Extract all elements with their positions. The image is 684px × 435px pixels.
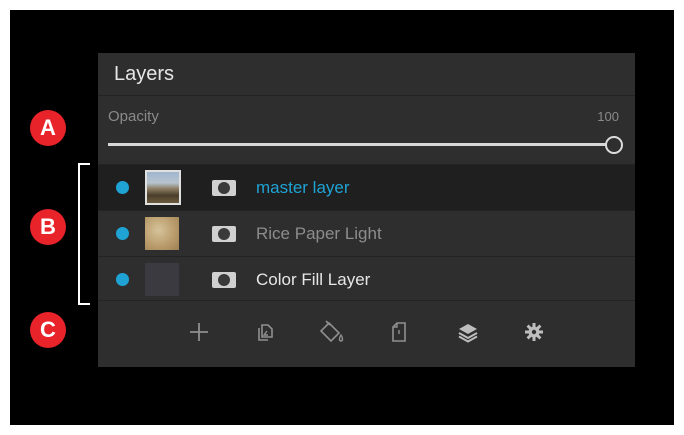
layer-row[interactable]: Rice Paper Light xyxy=(98,210,635,256)
layer-thumbnail-photo xyxy=(145,170,181,205)
callout-c: C xyxy=(30,312,66,348)
layer-mask-icon[interactable] xyxy=(212,271,236,288)
layer-name[interactable]: master layer xyxy=(256,178,350,198)
opacity-slider-fill xyxy=(108,143,613,146)
layer-thumbnail-fill xyxy=(145,263,179,296)
layer-mask-icon[interactable] xyxy=(212,225,236,242)
opacity-value: 100 xyxy=(597,109,619,124)
add-layer-icon[interactable] xyxy=(184,317,214,347)
layer-row[interactable]: master layer xyxy=(98,164,635,210)
layer-stack-icon[interactable] xyxy=(453,317,483,347)
layers-panel: Layers Opacity 100 master layer Rice Pap… xyxy=(98,53,635,367)
callout-b: B xyxy=(30,209,66,245)
opacity-control: Opacity 100 xyxy=(98,96,635,164)
duplicate-layer-icon[interactable] xyxy=(250,317,280,347)
layers-toolbar xyxy=(98,300,635,367)
layer-name[interactable]: Rice Paper Light xyxy=(256,224,382,244)
settings-gear-icon[interactable] xyxy=(519,317,549,347)
callout-a: A xyxy=(30,110,66,146)
new-document-icon[interactable] xyxy=(384,317,414,347)
visibility-dot-icon[interactable] xyxy=(116,227,129,240)
layer-mask-icon[interactable] xyxy=(212,179,236,196)
layer-name[interactable]: Color Fill Layer xyxy=(256,270,370,290)
opacity-slider-knob[interactable] xyxy=(605,136,623,154)
layer-row[interactable]: Color Fill Layer xyxy=(98,256,635,302)
layers-bracket xyxy=(78,163,90,305)
visibility-dot-icon[interactable] xyxy=(116,181,129,194)
fill-bucket-icon[interactable] xyxy=(316,317,346,347)
visibility-dot-icon[interactable] xyxy=(116,273,129,286)
layer-thumbnail-paper xyxy=(145,217,179,250)
opacity-label: Opacity xyxy=(108,108,159,125)
panel-title: Layers xyxy=(98,53,635,96)
opacity-slider-track[interactable] xyxy=(108,143,613,146)
